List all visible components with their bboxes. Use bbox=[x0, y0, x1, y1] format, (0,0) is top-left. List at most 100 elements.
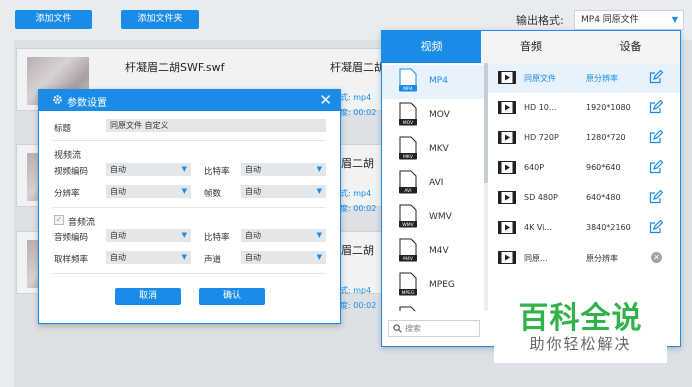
samplerate-label: 取样频率 bbox=[54, 255, 89, 265]
audio-bitrate-value: 自动 bbox=[245, 231, 261, 240]
format-item-mpeg[interactable]: MPEG MPEG bbox=[382, 269, 484, 303]
format-name: WMV bbox=[429, 212, 452, 222]
tab-device[interactable]: 设备 bbox=[581, 31, 680, 63]
watermark-subtitle: 助你轻松解决 bbox=[529, 335, 632, 353]
channel-value: 自动 bbox=[245, 253, 261, 262]
film-icon bbox=[498, 101, 516, 114]
fps-select[interactable]: 自动 ▼ bbox=[241, 185, 326, 198]
file-format-meta: 式: mp4 bbox=[340, 189, 372, 198]
audio-codec-select[interactable]: 自动 ▼ bbox=[106, 229, 191, 242]
format-item-mp4[interactable]: MP4 MP4 bbox=[382, 65, 484, 99]
preset-resolution: 1280*720 bbox=[586, 133, 626, 142]
samplerate-value: 自动 bbox=[110, 253, 126, 262]
audio-bitrate-select[interactable]: 自动 ▼ bbox=[241, 229, 326, 242]
file-name: 杆凝眉二胡SWF.swf bbox=[125, 61, 225, 74]
output-format-select[interactable]: MP4 同原文件 ▼ bbox=[574, 10, 684, 30]
chevron-down-icon: ▼ bbox=[181, 253, 187, 261]
format-item-more[interactable] bbox=[382, 303, 484, 311]
format-icon-label: MKV bbox=[403, 154, 414, 160]
file-duration-meta: 度: 00:02 bbox=[340, 204, 377, 213]
film-icon bbox=[498, 161, 516, 174]
add-folder-button[interactable]: 添加文件夹 bbox=[121, 10, 199, 29]
chevron-down-icon: ▼ bbox=[316, 253, 322, 261]
file-duration-meta: 度: 00:02 bbox=[340, 108, 377, 117]
chevron-down-icon: ▼ bbox=[316, 231, 322, 239]
chevron-down-icon: ▼ bbox=[181, 231, 187, 239]
divider bbox=[53, 273, 325, 274]
delete-icon[interactable]: ✕ bbox=[651, 252, 662, 263]
close-icon[interactable]: ✕ bbox=[319, 91, 332, 109]
audio-bitrate-label: 比特率 bbox=[204, 233, 230, 243]
chevron-down-icon: ▼ bbox=[316, 165, 322, 173]
preset-resolution: 1920*1080 bbox=[586, 103, 631, 112]
title-input[interactable]: 同原文件 自定义 bbox=[106, 119, 326, 132]
edit-icon[interactable] bbox=[649, 220, 663, 234]
chevron-down-icon: ▼ bbox=[671, 15, 678, 24]
video-codec-select[interactable]: 自动 ▼ bbox=[106, 163, 191, 176]
audio-stream-checkbox[interactable]: ✓ bbox=[54, 215, 64, 225]
preset-item[interactable]: 同原文件 原分辨率 bbox=[488, 63, 680, 93]
file-video-icon: M4V bbox=[399, 238, 417, 262]
edit-icon[interactable] bbox=[649, 190, 663, 204]
tab-audio[interactable]: 音频 bbox=[481, 31, 581, 63]
search-input[interactable]: 搜索 bbox=[388, 320, 480, 337]
format-item-mov[interactable]: MOV MOV bbox=[382, 99, 484, 133]
format-item-wmv[interactable]: WMV WMV bbox=[382, 201, 484, 235]
search-icon bbox=[393, 324, 402, 333]
output-format-label: 输出格式: bbox=[516, 14, 564, 27]
file-video-icon: MKV bbox=[399, 136, 417, 160]
preset-list: 同原文件 原分辨率 HD 10... 1920*1080 HD 720P 128… bbox=[488, 63, 680, 311]
parameter-settings-dialog: 参数设置 ✕ 标题 同原文件 自定义 视频流 视频编码 自动 ▼ 比特率 自动 ▼ … bbox=[38, 89, 341, 324]
file-video-icon: AVI bbox=[399, 170, 417, 194]
edit-icon[interactable] bbox=[649, 160, 663, 174]
add-file-button[interactable]: 添加文件 bbox=[15, 10, 92, 29]
search-placeholder: 搜索 bbox=[405, 324, 421, 333]
preset-item[interactable]: 640P 960*640 bbox=[488, 153, 680, 183]
output-format-value: MP4 同原文件 bbox=[581, 15, 639, 25]
format-icon-label: M4V bbox=[403, 256, 414, 262]
format-item-mkv[interactable]: MKV MKV bbox=[382, 133, 484, 167]
file-video-icon bbox=[399, 306, 416, 311]
format-icon-label: MPEG bbox=[402, 290, 415, 296]
preset-item[interactable]: 4K Vi... 3840*2160 bbox=[488, 213, 680, 243]
tab-video[interactable]: 视频 bbox=[382, 31, 481, 63]
preset-name: 640P bbox=[524, 163, 545, 172]
video-codec-value: 自动 bbox=[110, 165, 126, 174]
format-name: MOV bbox=[429, 110, 450, 120]
channel-label: 声道 bbox=[204, 255, 222, 265]
watermark: 百科全说 助你轻松解决 bbox=[494, 291, 667, 363]
video-bitrate-select[interactable]: 自动 ▼ bbox=[241, 163, 326, 176]
format-item-m4v[interactable]: M4V M4V bbox=[382, 235, 484, 269]
chevron-down-icon: ▼ bbox=[181, 187, 187, 195]
video-bitrate-label: 比特率 bbox=[204, 167, 230, 177]
film-icon bbox=[498, 191, 516, 204]
dialog-title: 参数设置 bbox=[67, 98, 107, 109]
watermark-title: 百科全说 bbox=[518, 301, 643, 336]
preset-name: SD 480P bbox=[524, 193, 558, 202]
format-icon-label: MP4 bbox=[403, 86, 413, 92]
edit-icon[interactable] bbox=[649, 70, 663, 84]
file-duration-meta: 度: 00:02 bbox=[340, 301, 377, 310]
preset-item[interactable]: HD 10... 1920*1080 bbox=[488, 93, 680, 123]
audio-codec-label: 音频编码 bbox=[54, 233, 89, 243]
preset-resolution: 3840*2160 bbox=[586, 223, 631, 232]
resolution-select[interactable]: 自动 ▼ bbox=[106, 185, 191, 198]
title-label: 标题 bbox=[54, 124, 72, 134]
edit-icon[interactable] bbox=[649, 100, 663, 114]
video-codec-label: 视频编码 bbox=[54, 167, 89, 177]
resolution-label: 分辨率 bbox=[54, 189, 80, 199]
cancel-button[interactable]: 取消 bbox=[115, 288, 181, 305]
gear-icon bbox=[53, 95, 62, 104]
film-icon bbox=[498, 221, 516, 234]
channel-select[interactable]: 自动 ▼ bbox=[241, 251, 326, 264]
divider bbox=[53, 140, 325, 141]
preset-item[interactable]: SD 480P 640*480 bbox=[488, 183, 680, 213]
format-item-avi[interactable]: AVI AVI bbox=[382, 167, 484, 201]
edit-icon[interactable] bbox=[649, 130, 663, 144]
file-video-icon: MP4 bbox=[399, 68, 417, 92]
confirm-button[interactable]: 确认 bbox=[199, 288, 265, 305]
samplerate-select[interactable]: 自动 ▼ bbox=[106, 251, 191, 264]
preset-item[interactable]: HD 720P 1280*720 bbox=[488, 123, 680, 153]
file-video-icon: MPEG bbox=[399, 272, 417, 296]
preset-item[interactable]: 同原... 原分辨率 ✕ bbox=[488, 243, 680, 273]
